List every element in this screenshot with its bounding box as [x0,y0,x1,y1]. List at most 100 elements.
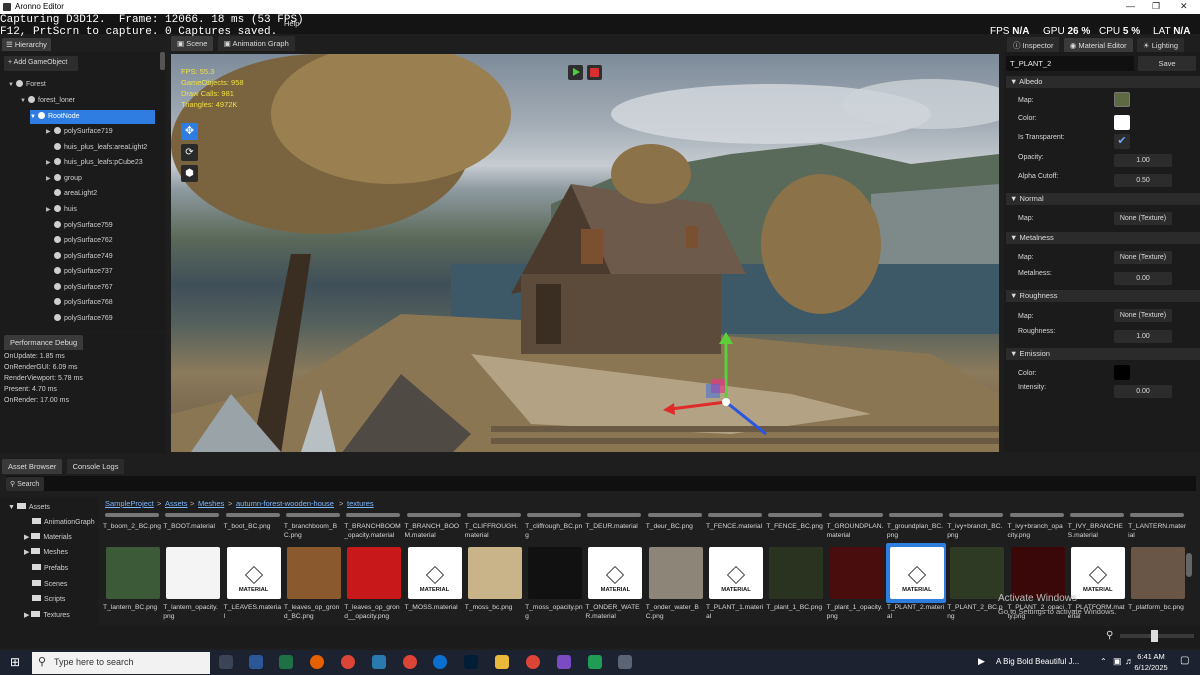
texture-asset-tile[interactable] [648,547,703,599]
file-explorer-icon[interactable] [495,655,509,669]
visual-studio-icon[interactable] [557,655,571,669]
tree-item[interactable]: ▶ group [46,172,82,186]
photoshop-icon[interactable] [464,655,478,669]
asset-item-label[interactable]: T_DEUR.material [585,522,643,531]
clock-time[interactable]: 6:41 AM [1134,652,1168,661]
tree-item[interactable]: polySurface759 [46,219,113,233]
albedo-section-header[interactable]: ▼ Albedo [1006,76,1200,88]
folder-assets[interactable]: ▼ Assets [8,503,50,511]
task-view-icon[interactable] [219,655,233,669]
material-asset-tile[interactable]: MATERIAL [226,547,281,599]
asset-item-label[interactable]: T_cliffrough_BC.png [525,522,583,540]
asset-item-label[interactable]: T_boom_2_BC.png [103,522,161,531]
add-gameobject-button[interactable]: + Add GameObject [4,56,78,71]
breadcrumb-assets[interactable]: Assets [165,499,188,508]
texture-asset-tile[interactable] [347,547,402,599]
taskbar-search-input[interactable]: Type here to search [32,652,210,674]
tab-lighting[interactable]: ☀ Lighting [1136,38,1185,53]
calculator-icon[interactable] [618,655,632,669]
asset-item-label[interactable]: T_FENCE_BC.png [766,522,824,531]
asset-item-label[interactable]: T_deur_BC.png [646,522,704,531]
asset-thumbnail[interactable] [225,513,280,517]
asset-item-label[interactable]: T_FENCE.material [706,522,764,531]
tree-item[interactable]: polySurface769 [46,312,113,326]
asset-item-label[interactable]: T_ivy+branch_opacity.png [1008,522,1066,540]
texture-asset-tile[interactable] [106,547,160,599]
excel-icon[interactable] [279,655,293,669]
tray-chevron-icon[interactable]: ⌃ [1100,657,1107,666]
asset-thumbnail[interactable] [587,513,642,517]
scale-tool-button[interactable]: ⬢ [181,165,198,182]
asset-item-label[interactable]: T_GROUNDPLAN.material [827,522,885,540]
asset-item-label[interactable]: T_LANTERN.material [1128,522,1186,540]
asset-item-label[interactable]: T_BRANCH_BOOM.material [405,522,463,540]
material-asset-tile[interactable]: MATERIAL [709,547,763,599]
asset-thumbnail[interactable] [1130,513,1185,517]
asset-item-label[interactable]: T_platform_bc.png [1128,603,1186,612]
asset-thumbnail[interactable] [466,513,521,517]
metal-map-field[interactable]: None (Texture) [1114,251,1172,264]
roughness-field[interactable]: 1.00 [1114,330,1172,343]
play-button[interactable] [568,65,583,80]
notification-icon[interactable]: ▢ [1180,655,1189,666]
asset-item-label[interactable]: T_PLANT_1.material [706,603,764,621]
chrome-profile-icon[interactable] [403,655,417,669]
texture-asset-tile[interactable] [467,547,522,599]
zoom-slider-handle[interactable] [1151,630,1158,642]
asset-thumbnail[interactable] [949,513,1004,517]
rough-map-field[interactable]: None (Texture) [1114,309,1172,322]
intensity-field[interactable]: 0.00 [1114,385,1172,398]
asset-thumbnail[interactable] [708,513,762,517]
asset-item-label[interactable]: T_plant_1_opacity.png [827,603,885,621]
maximize-icon[interactable]: ❐ [1152,1,1160,12]
asset-item-label[interactable]: T_BOOT.material [163,522,221,531]
asset-search-input[interactable] [6,476,1196,491]
tree-item[interactable]: polySurface737 [46,265,113,279]
tree-item[interactable]: polySurface767 [46,281,113,295]
network-icon[interactable]: ▣ [1113,656,1122,667]
stop-button[interactable] [587,65,602,80]
material-name-input[interactable]: T_PLANT_2 [1006,56,1134,71]
rotate-tool-button[interactable]: ⟳ [181,144,198,161]
metalness-field[interactable]: 0.00 [1114,272,1172,285]
texture-asset-tile[interactable] [829,547,884,599]
minimize-icon[interactable]: — [1126,1,1135,11]
material-asset-tile[interactable]: MATERIAL [889,547,944,599]
asset-thumbnail[interactable] [1009,513,1064,517]
chrome-alt-icon[interactable] [526,655,540,669]
metalness-section-header[interactable]: ▼ Metalness [1006,232,1200,244]
material-asset-tile[interactable]: MATERIAL [1070,547,1125,599]
tree-item[interactable]: polySurface768 [46,296,113,310]
breadcrumb-autumn-forest-wooden-house[interactable]: autumn-forest-wooden-house [236,499,334,508]
asset-item-label[interactable]: T_lantern_BC.png [103,603,161,612]
normal-section-header[interactable]: ▼ Normal [1006,193,1200,205]
performance-debug-tab[interactable]: Performance Debug [4,335,84,350]
chrome-icon[interactable] [341,655,355,669]
clock-date[interactable]: 6/12/2025 [1132,663,1170,672]
tree-item[interactable]: huis_plus_leafs:areaLight2 [46,141,147,155]
asset-item-label[interactable]: T_IVY_BRANCHES.material [1068,522,1126,540]
breadcrumb-sampleproject[interactable]: SampleProject [105,499,154,508]
asset-thumbnail[interactable] [888,513,943,517]
normal-map-field[interactable]: None (Texture) [1114,212,1172,225]
tree-item-forest-loner[interactable]: ▼ forest_loner [20,94,75,108]
texture-asset-tile[interactable] [528,547,583,599]
asset-item-label[interactable]: T_ivy+branch_BC.png [947,522,1005,540]
asset-thumbnail[interactable] [527,513,582,517]
search-button[interactable]: ⚲ Search [6,477,44,491]
asset-item-label[interactable]: T_boot_BC.png [224,522,282,531]
asset-item-label[interactable]: T_plant_1_BC.png [766,603,824,612]
tab-scene[interactable]: ▣ Scene [171,36,214,51]
folder-meshes[interactable]: ▶ Meshes [24,548,68,556]
albedo-color-swatch[interactable] [1114,115,1130,130]
firefox-icon[interactable] [310,655,324,669]
hierarchy-scrollbar[interactable] [160,52,165,70]
asset-item-label[interactable]: T_MOSS.material [405,603,463,612]
breadcrumb-textures[interactable]: textures [347,499,374,508]
tab-console-logs[interactable]: Console Logs [66,459,125,474]
tree-item-rootnode[interactable]: ▼ RootNode [30,110,155,124]
folder-textures[interactable]: ▶ Textures [24,611,70,619]
tree-item[interactable]: polySurface749 [46,250,113,264]
asset-thumbnail[interactable] [165,513,220,517]
emission-section-header[interactable]: ▼ Emission [1006,348,1200,360]
